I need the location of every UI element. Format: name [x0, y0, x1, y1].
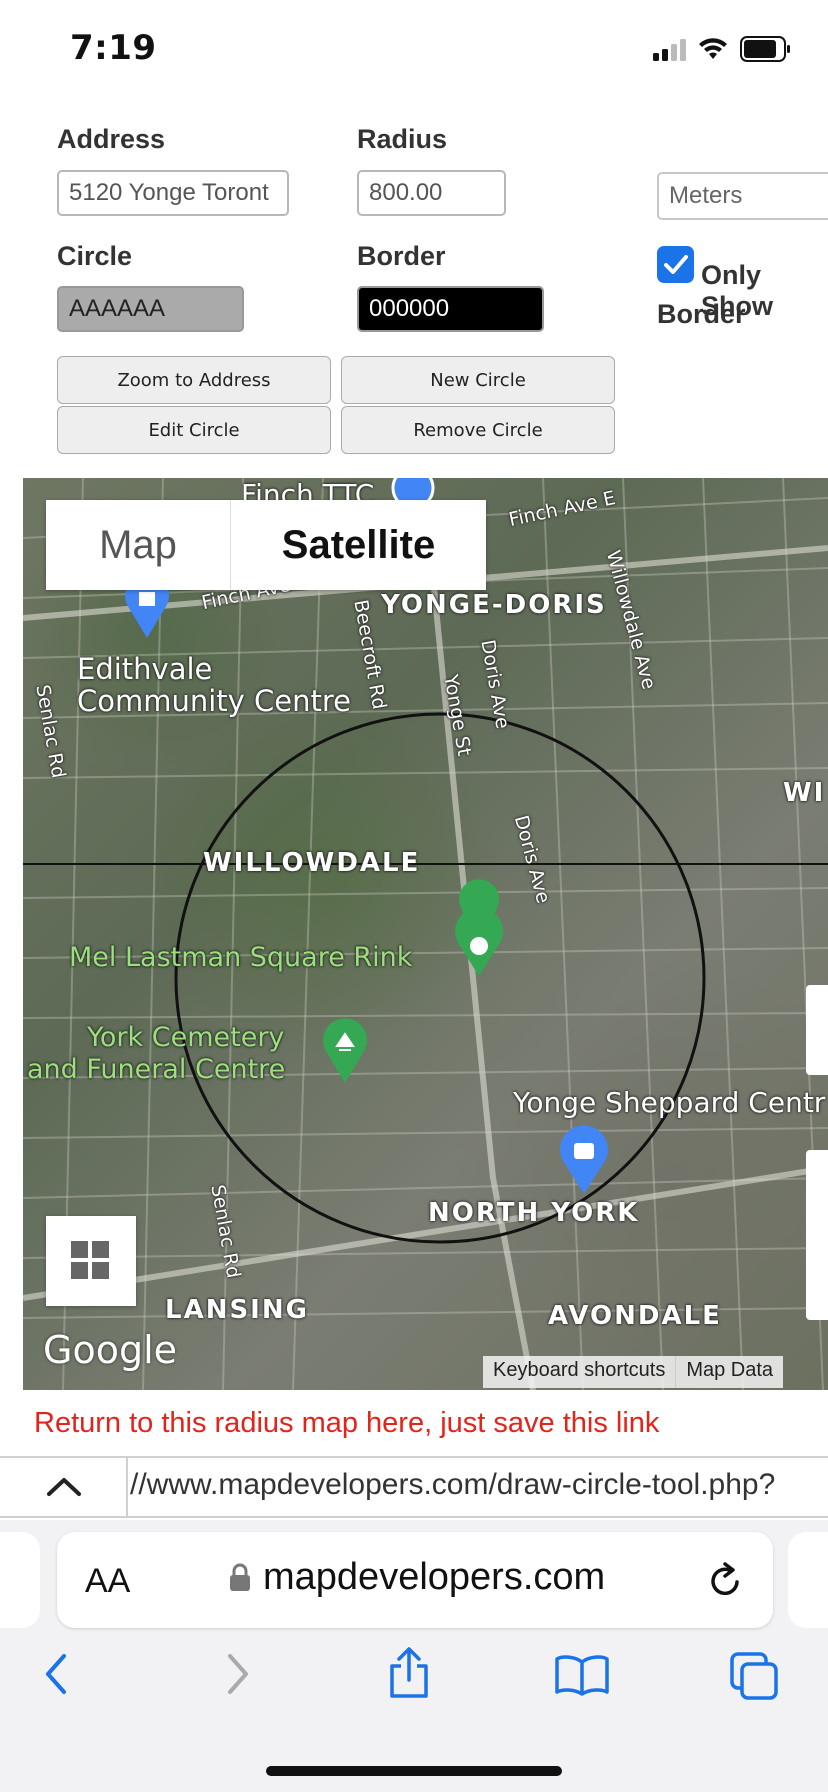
bookmarks-icon[interactable] — [554, 1654, 610, 1696]
signal-icon — [653, 37, 686, 61]
map-tab[interactable]: Map — [46, 500, 231, 590]
only-show-border-checkbox[interactable] — [657, 246, 694, 283]
home-indicator — [266, 1766, 562, 1776]
map-label-lansing: LANSING — [165, 1295, 309, 1325]
status-bar: 7:19 — [0, 0, 828, 100]
map-label-edithvale: Edithvale — [77, 652, 213, 686]
keyboard-shortcuts-link[interactable]: Keyboard shortcuts — [483, 1356, 675, 1388]
map-label-yonge-doris: YONGE-DORIS — [381, 590, 607, 620]
map-label-funeral-centre: and Funeral Centre — [27, 1054, 286, 1085]
map-label-mel-lastman: Mel Lastman Square Rink — [69, 942, 413, 973]
safari-toolbar: AA mapdevelopers.com — [0, 1520, 828, 1792]
google-logo: Google — [43, 1328, 178, 1372]
map-data-link[interactable]: Map Data — [675, 1356, 783, 1388]
satellite-tab[interactable]: Satellite — [231, 500, 486, 590]
remove-circle-button[interactable]: Remove Circle — [341, 406, 615, 454]
reader-options-button[interactable]: AA — [85, 1562, 130, 1601]
status-icons — [653, 36, 792, 62]
circle-color-input[interactable]: AAAAAA — [57, 286, 244, 332]
back-icon[interactable] — [42, 1650, 72, 1698]
map-layers-button[interactable] — [46, 1216, 136, 1306]
map-type-toggle: Map Satellite — [46, 500, 486, 590]
circle-label: Circle — [57, 241, 133, 271]
url-row: //www.mapdevelopers.com/draw-circle-tool… — [0, 1456, 828, 1518]
map-canvas[interactable]: Finch TTC Finch Ave E Finch Ave Willowda… — [23, 478, 828, 1390]
border-only-label: Border — [657, 299, 746, 329]
share-icon[interactable] — [386, 1646, 432, 1700]
new-circle-button[interactable]: New Circle — [341, 356, 615, 404]
border-label: Border — [357, 241, 446, 271]
map-label-community-centre: Community Centre — [77, 684, 352, 718]
tabs-icon[interactable] — [728, 1650, 780, 1700]
forward-icon[interactable] — [222, 1650, 252, 1698]
next-tab-pill[interactable] — [788, 1532, 828, 1628]
map-zoom-control[interactable] — [806, 1150, 828, 1320]
address-label: Address — [57, 124, 166, 154]
edit-circle-button[interactable]: Edit Circle — [57, 406, 331, 454]
map-footer: Keyboard shortcuts Map Data — [483, 1356, 784, 1388]
map-label-avondale: AVONDALE — [548, 1301, 722, 1331]
address-bar[interactable]: AA mapdevelopers.com — [57, 1532, 773, 1628]
battery-icon — [740, 36, 790, 62]
reload-icon[interactable] — [707, 1560, 745, 1600]
address-input[interactable]: 5120 Yonge Toront — [57, 170, 289, 216]
border-color-input[interactable]: 000000 — [357, 286, 544, 332]
chevron-up-icon — [47, 1478, 81, 1496]
map-label-yonge-sheppard: Yonge Sheppard Centr — [513, 1086, 826, 1119]
map-label-willowdale: WILLOWDALE — [203, 848, 421, 878]
zoom-to-address-button[interactable]: Zoom to Address — [57, 356, 331, 404]
map-label-york-cemetery: York Cemetery — [87, 1022, 285, 1053]
prev-tab-pill[interactable] — [0, 1532, 40, 1628]
check-icon — [664, 255, 688, 274]
grid-icon — [71, 1241, 109, 1279]
unit-select[interactable]: Meters — [657, 172, 828, 220]
map-label-north-york: NORTH YORK — [428, 1198, 640, 1228]
radius-input[interactable]: 800.00 — [357, 170, 506, 216]
map-label-wi-partial: WI — [783, 778, 826, 808]
status-time: 7:19 — [70, 28, 157, 68]
map-fullscreen-control[interactable] — [806, 985, 828, 1075]
domain-text: mapdevelopers.com — [263, 1556, 606, 1598]
chevron-up-button[interactable] — [0, 1458, 128, 1516]
lock-icon — [230, 1563, 250, 1591]
share-url-field[interactable]: //www.mapdevelopers.com/draw-circle-tool… — [130, 1468, 775, 1502]
radius-label: Radius — [357, 124, 448, 154]
wifi-icon — [699, 38, 727, 59]
save-link-message: Return to this radius map here, just sav… — [34, 1407, 660, 1439]
